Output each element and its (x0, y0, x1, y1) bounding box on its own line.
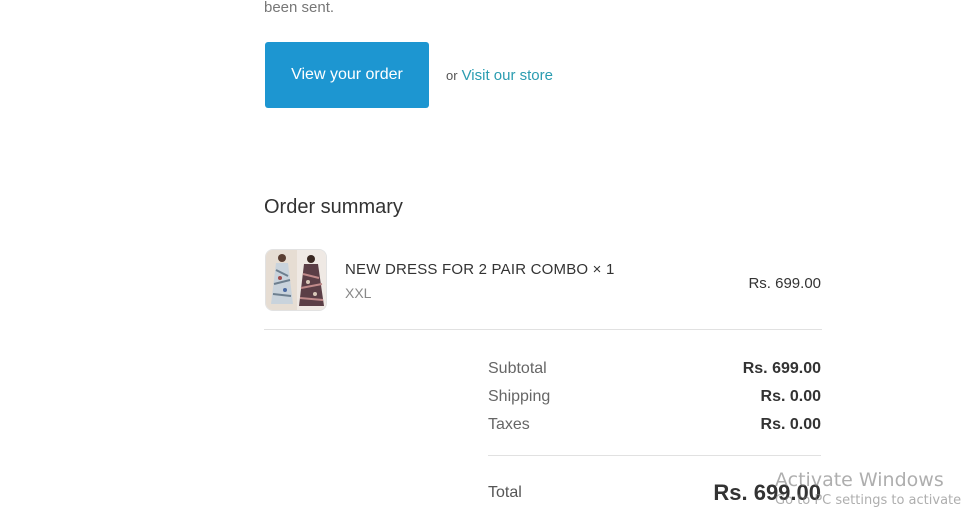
subtotal-value: Rs. 699.00 (742, 360, 821, 377)
item-title: NEW DRESS FOR 2 PAIR COMBO × 1 (345, 261, 615, 278)
shipping-value: Rs. 0.00 (760, 388, 821, 405)
subtotal-row: Subtotal Rs. 699.00 (488, 355, 821, 383)
confirmation-message: been sent. (264, 0, 335, 16)
view-order-button[interactable]: View your order (265, 42, 429, 108)
watermark-subtitle: Go to PC settings to activate (775, 493, 962, 507)
order-actions: View your order or Visit our store (265, 42, 553, 108)
watermark-title: Activate Windows (775, 469, 944, 491)
order-status-page: been sent. View your order or Visit our … (0, 0, 966, 507)
item-variant: XXL (345, 285, 372, 301)
shipping-label: Shipping (488, 388, 551, 405)
total-label: Total (488, 484, 522, 501)
items-divider (264, 329, 822, 330)
totals-table: Subtotal Rs. 699.00 Shipping Rs. 0.00 Ta… (488, 355, 821, 439)
taxes-value: Rs. 0.00 (760, 416, 821, 433)
item-price: Rs. 699.00 (748, 275, 821, 292)
taxes-row: Taxes Rs. 0.00 (488, 411, 821, 439)
dress-thumbnail-icon (265, 249, 327, 311)
total-row: Total Rs. 699.00 (488, 480, 821, 506)
order-summary-title: Order summary (264, 196, 403, 218)
totals-divider (488, 455, 821, 456)
visit-store-link[interactable]: Visit our store (462, 67, 553, 84)
or-separator: or (446, 67, 458, 83)
line-item: NEW DRESS FOR 2 PAIR COMBO × 1 XXL Rs. 6… (265, 249, 821, 313)
shipping-row: Shipping Rs. 0.00 (488, 383, 821, 411)
taxes-label: Taxes (488, 416, 530, 433)
subtotal-label: Subtotal (488, 360, 547, 377)
windows-activation-watermark: Activate Windows Go to PC settings to ac… (775, 468, 961, 507)
